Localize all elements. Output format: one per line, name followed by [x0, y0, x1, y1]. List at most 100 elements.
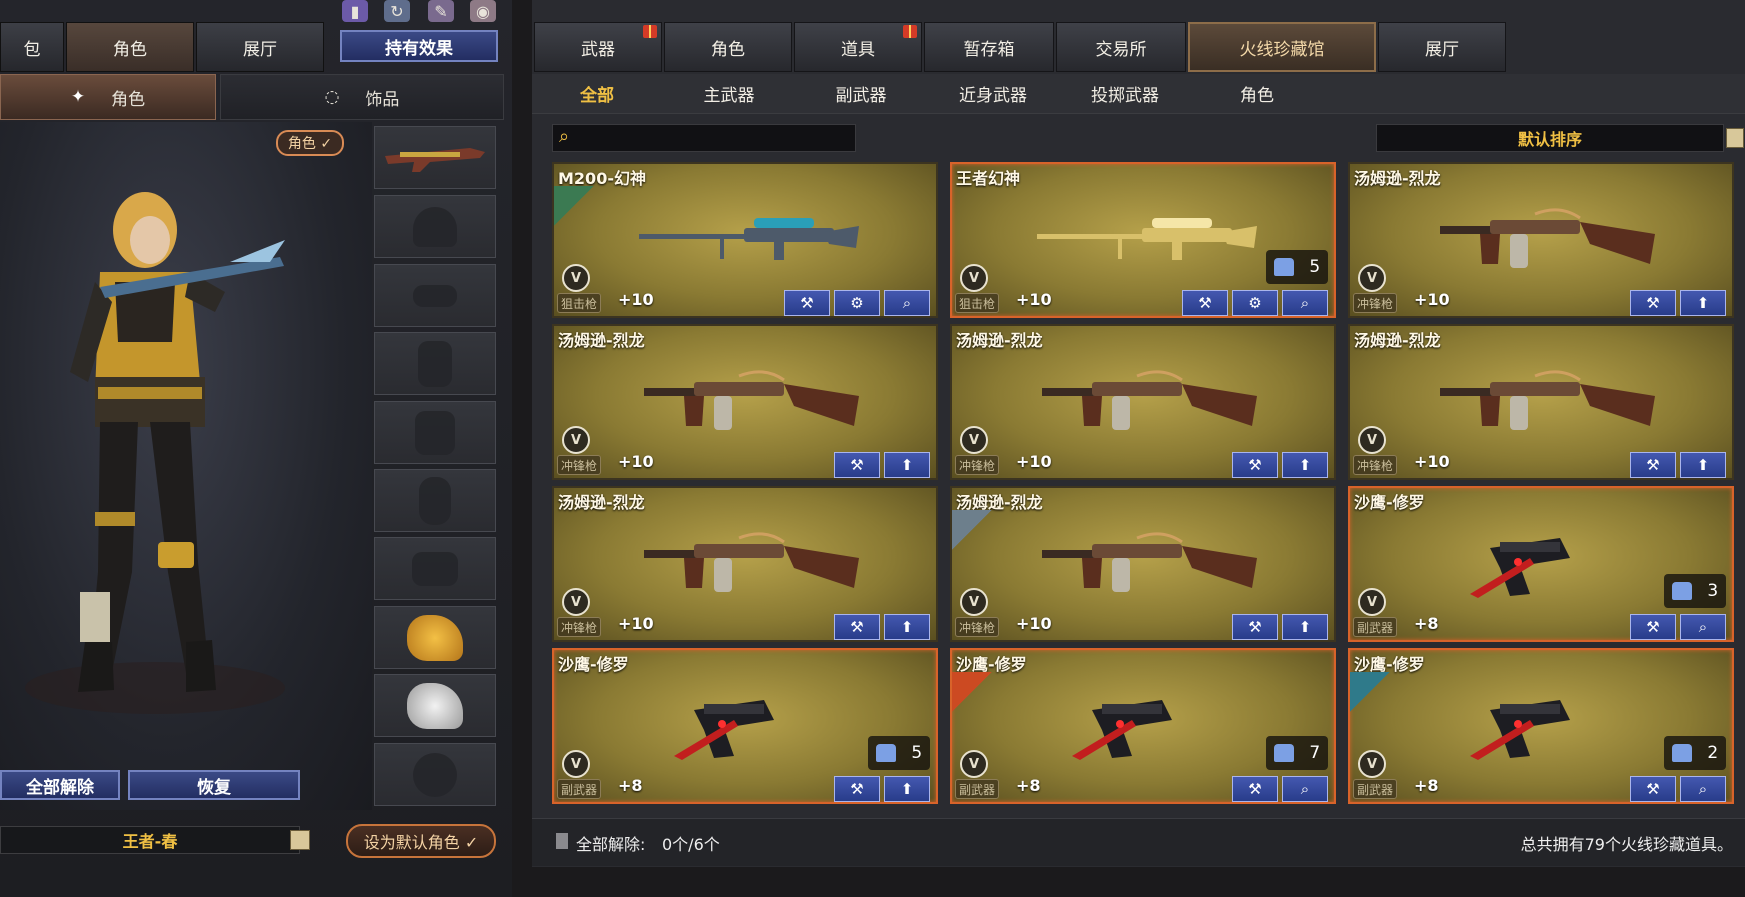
item-card[interactable]: 汤姆逊-烈龙 V 冲锋枪 +10 ⚒ ⬆ [950, 324, 1336, 480]
wrench-button[interactable]: ⚒ [834, 614, 880, 640]
slot-mask[interactable] [374, 743, 496, 806]
main-tab-2[interactable]: 道具 [794, 22, 922, 72]
search-input[interactable]: ⌕ [552, 124, 856, 152]
item-card[interactable]: 王者幻神 V 狙击枪 +10 5 ⚒ ⚙ ⌕ [950, 162, 1336, 318]
bonus-value: +10 [1414, 290, 1450, 309]
up-button[interactable]: ⬆ [1680, 290, 1726, 316]
wrench-button[interactable]: ⚒ [1232, 452, 1278, 478]
item-card[interactable]: 沙鹰-修罗 V 副武器 +8 7 ⚒ ⌕ [950, 648, 1336, 804]
slot-weapon[interactable] [374, 126, 496, 189]
search-field[interactable] [589, 127, 849, 149]
search-button[interactable]: ⌕ [1282, 776, 1328, 802]
item-card[interactable]: 沙鹰-修罗 V 副武器 +8 5 ⚒ ⬆ [552, 648, 938, 804]
up-button[interactable]: ⬆ [1282, 614, 1328, 640]
up-button[interactable]: ⬆ [1680, 452, 1726, 478]
gift-icon [903, 25, 917, 38]
wrench-button[interactable]: ⚒ [834, 452, 880, 478]
mouse-icon[interactable]: ◉ [470, 0, 496, 22]
vip-icon: V [1358, 588, 1386, 616]
item-card[interactable]: M200-幻神 V 狙击枪 +10 ⚒ ⚙ ⌕ [552, 162, 938, 318]
up-button[interactable]: ⬆ [1282, 452, 1328, 478]
filter-tab-2[interactable]: 副武器 [806, 78, 916, 108]
vip-icon: V [960, 588, 988, 616]
item-card[interactable]: 汤姆逊-烈龙 V 冲锋枪 +10 ⚒ ⬆ [950, 486, 1336, 642]
main-tab-6[interactable]: 展厅 [1378, 22, 1506, 72]
ring-icon: ◌ [324, 87, 340, 107]
character-name-field[interactable]: 王者-春 [0, 826, 300, 854]
sort-dropdown[interactable]: 默认排序 [1376, 124, 1724, 152]
wrench-button[interactable]: ⚒ [1232, 614, 1278, 640]
filter-tab-3[interactable]: 近身武器 [938, 78, 1048, 108]
restore-button[interactable]: 恢复 [128, 770, 300, 800]
search-icon: ⌕ [559, 126, 570, 147]
main-tab-3[interactable]: 暂存箱 [924, 22, 1054, 72]
search-button[interactable]: ⌕ [1680, 776, 1726, 802]
subtab-label: 饰品 [365, 89, 400, 110]
wrench-button[interactable]: ⚒ [1630, 290, 1676, 316]
item-card[interactable]: 沙鹰-修罗 V 副武器 +8 3 ⚒ ⌕ [1348, 486, 1734, 642]
wrench-button[interactable]: ⚒ [1630, 452, 1676, 478]
character-preview[interactable]: 角色 ✓ [0, 122, 372, 810]
sort-menu-icon[interactable] [1726, 128, 1744, 148]
slot-helmet[interactable] [374, 195, 496, 258]
slot-glasses[interactable] [374, 264, 496, 327]
tab-bag[interactable]: 包 [0, 22, 64, 72]
right-panel: 武器 角色 道具 暂存箱 交易所 火线珍藏馆 展厅 全部 主武器 副武器 近身武器 投掷武器 角色 ⌕… [532, 0, 1745, 867]
stack-count: 5 [868, 736, 930, 770]
stats-icon[interactable]: ▮ [342, 0, 368, 22]
brush-icon[interactable]: ✎ [428, 0, 454, 22]
set-default-character-button[interactable]: 设为默认角色 ✓ [346, 824, 496, 858]
slot-bottle[interactable] [374, 469, 496, 532]
item-card[interactable]: 沙鹰-修罗 V 副武器 +8 2 ⚒ ⌕ [1348, 648, 1734, 804]
main-tab-1[interactable]: 角色 [664, 22, 792, 72]
refresh-icon[interactable]: ↻ [384, 0, 410, 22]
search-button[interactable]: ⌕ [1680, 614, 1726, 640]
main-tab-0[interactable]: 武器 [534, 22, 662, 72]
held-effects-button[interactable]: 持有效果 [340, 30, 498, 62]
bonus-value: +10 [1016, 290, 1052, 309]
wrench-button[interactable]: ⚒ [834, 776, 880, 802]
subtab-character[interactable]: ✦ 角色 [0, 74, 216, 120]
weapon-image [1032, 204, 1262, 278]
weapon-image [634, 204, 864, 278]
tab-showroom[interactable]: 展厅 [196, 22, 324, 72]
up-button[interactable]: ⬆ [884, 614, 930, 640]
bonus-value: +10 [1016, 452, 1052, 471]
filter-tab-5[interactable]: 角色 [1202, 78, 1312, 108]
filter-tab-1[interactable]: 主武器 [674, 78, 784, 108]
item-card[interactable]: 汤姆逊-烈龙 V 冲锋枪 +10 ⚒ ⬆ [552, 324, 938, 480]
helmet-icon [413, 206, 457, 247]
search-icon: ⌕ [902, 294, 912, 312]
bonus-value: +10 [618, 290, 654, 309]
filter-tab-4[interactable]: 投掷武器 [1070, 78, 1180, 108]
filter-tab-0[interactable]: 全部 [542, 78, 652, 108]
item-card[interactable]: 汤姆逊-烈龙 V 冲锋枪 +10 ⚒ ⬆ [1348, 162, 1734, 318]
wrench-button[interactable]: ⚒ [784, 290, 830, 316]
main-tab-4[interactable]: 交易所 [1056, 22, 1186, 72]
main-tab-label: 道具 [841, 39, 875, 60]
main-tab-5[interactable]: 火线珍藏馆 [1188, 22, 1376, 72]
gear-button[interactable]: ⚙ [1232, 290, 1278, 316]
gear-button[interactable]: ⚙ [834, 290, 880, 316]
up-button[interactable]: ⬆ [884, 452, 930, 478]
slot-silver-pet[interactable] [374, 674, 496, 737]
wrench-icon: ⚒ [1646, 294, 1660, 312]
search-button[interactable]: ⌕ [884, 290, 930, 316]
wrench-button[interactable]: ⚒ [1232, 776, 1278, 802]
subtab-accessory[interactable]: ◌ 饰品 [220, 74, 504, 120]
up-button[interactable]: ⬆ [884, 776, 930, 802]
slot-backpack[interactable] [374, 401, 496, 464]
weapon-image [634, 366, 864, 440]
wrench-button[interactable]: ⚒ [1182, 290, 1228, 316]
slot-gold-pet[interactable] [374, 606, 496, 669]
unlock-all-button[interactable]: 全部解除 [0, 770, 120, 800]
wrench-button[interactable]: ⚒ [1630, 776, 1676, 802]
wrench-button[interactable]: ⚒ [1630, 614, 1676, 640]
tab-character[interactable]: 角色 [66, 22, 194, 72]
slot-vest[interactable] [374, 332, 496, 395]
search-button[interactable]: ⌕ [1282, 290, 1328, 316]
menu-icon[interactable] [290, 830, 310, 850]
item-card[interactable]: 汤姆逊-烈龙 V 冲锋枪 +10 ⚒ ⬆ [552, 486, 938, 642]
slot-pants[interactable] [374, 537, 496, 600]
item-card[interactable]: 汤姆逊-烈龙 V 冲锋枪 +10 ⚒ ⬆ [1348, 324, 1734, 480]
